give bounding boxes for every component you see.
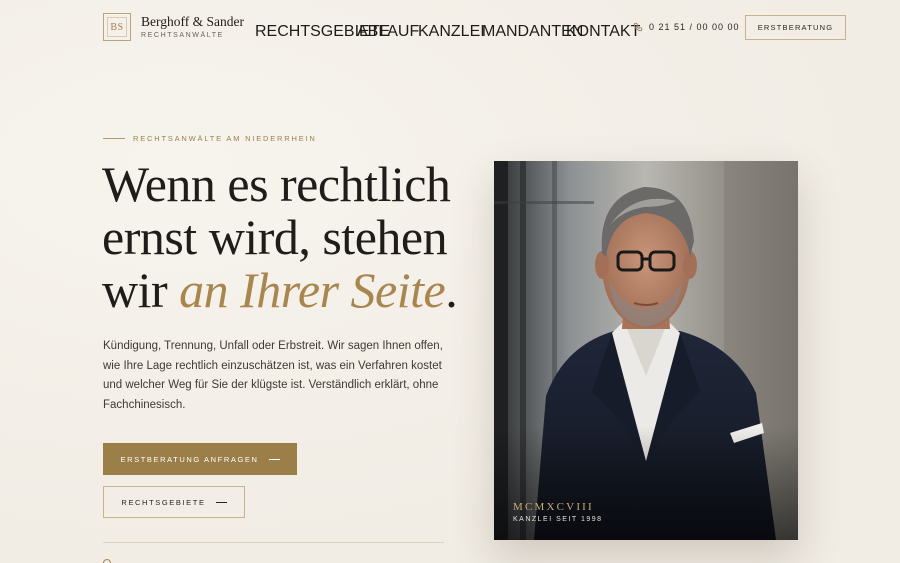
dash-arrow-icon [268, 458, 280, 460]
headline-line-3: wir [102, 262, 180, 318]
lawyer-portrait [494, 161, 798, 540]
phone-number: 0 21 51 / 00 00 00 [649, 22, 740, 32]
secondary-cta-label: RECHTSGEBIETE [121, 497, 206, 507]
phone-icon [633, 22, 643, 32]
site-header: BS Berghoff & Sander RECHTSANWÄLTE RECHT… [0, 0, 900, 56]
hero-lead: Kündigung, Trennung, Unfall oder Erbstre… [103, 340, 443, 412]
primary-cta-button[interactable]: ERSTBERATUNG ANFRAGEN [103, 443, 297, 475]
partial-circle-icon [103, 559, 111, 563]
headline-line-2: ernst wird, stehen [102, 209, 448, 265]
logo-monogram[interactable]: BS [103, 13, 131, 41]
dash-arrow-icon [215, 501, 227, 503]
eyebrow-text: RECHTSANWÄLTE AM NIEDERRHEIN [133, 134, 317, 143]
nav-item-ablauf[interactable]: ABLAUF [357, 23, 419, 41]
brand-name[interactable]: Berghoff & Sander [141, 14, 244, 30]
portrait-caption: MCMXCVIII KANZLEI SEIT 1998 [513, 501, 603, 523]
secondary-cta-button[interactable]: RECHTSGEBIETE [103, 486, 245, 518]
phone-link[interactable]: 0 21 51 / 00 00 00 [633, 22, 740, 32]
founding-year-label: KANZLEI SEIT 1998 [513, 516, 603, 523]
header-cta-button[interactable]: ERSTBERATUNG [745, 15, 846, 40]
hero-eyebrow: RECHTSANWÄLTE AM NIEDERRHEIN [103, 134, 317, 143]
headline-end: . [445, 262, 458, 318]
headline-line-1: Wenn es rechtlich [102, 156, 451, 212]
nav-item-kanzlei[interactable]: KANZLEI [418, 23, 485, 41]
eyebrow-line [103, 138, 125, 139]
nav-item-kontakt[interactable]: KONTAKT [566, 23, 640, 41]
primary-cta-label: ERSTBERATUNG ANFRAGEN [120, 454, 259, 464]
headline-accent: an Ihrer Seite [179, 262, 446, 318]
hero-divider [103, 542, 444, 543]
founding-year-roman: MCMXCVIII [513, 501, 594, 513]
brand-tagline: RECHTSANWÄLTE [141, 32, 224, 39]
hero-headline: Wenn es rechtlich ernst wird, stehen wir… [102, 158, 482, 317]
portrait-illustration [494, 161, 798, 540]
logo-monogram-text: BS [110, 21, 124, 33]
